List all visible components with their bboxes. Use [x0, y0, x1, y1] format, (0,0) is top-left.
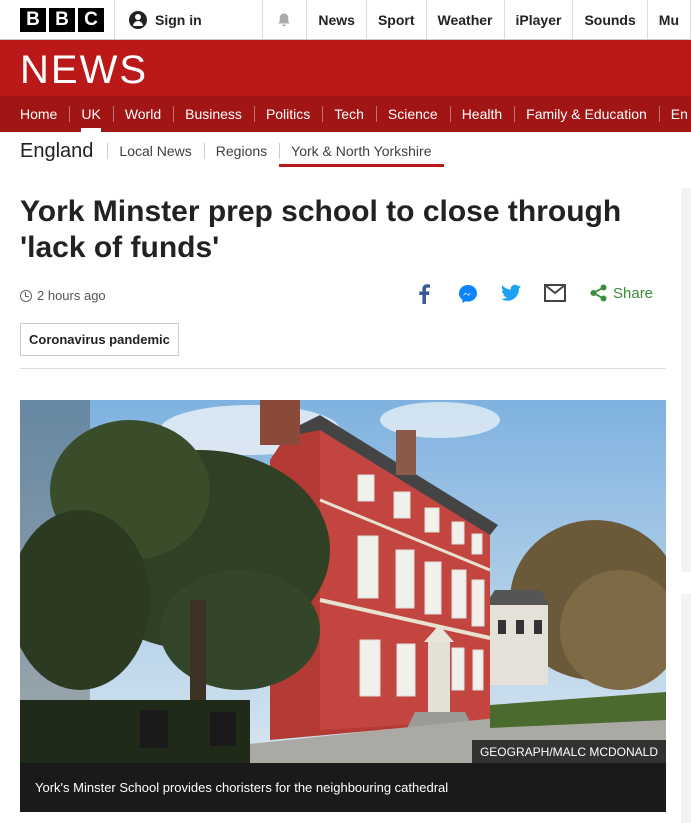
divider	[20, 368, 666, 369]
facebook-share-button[interactable]	[418, 284, 430, 304]
sub-nav-york-north-yorkshire[interactable]: York & North Yorkshire	[279, 132, 444, 170]
clock-icon	[20, 289, 32, 302]
top-link-weather[interactable]: Weather	[427, 0, 505, 39]
top-link-iplayer[interactable]: iPlayer	[505, 0, 574, 39]
image-credit: GEOGRAPH/MALC MCDONALD	[471, 740, 666, 763]
article-headline: York Minster prep school to close throug…	[20, 195, 622, 264]
topic-tag[interactable]: Coronavirus pandemic	[20, 323, 179, 356]
bell-icon	[278, 13, 291, 26]
nav-item-politics[interactable]: Politics	[253, 96, 322, 132]
nav-item-uk[interactable]: UK	[69, 96, 112, 132]
sub-nav: England Local News Regions York & North …	[0, 132, 691, 170]
school-building-photo	[20, 400, 666, 763]
sign-in-link[interactable]: Sign in	[115, 0, 263, 39]
nav-item-tech[interactable]: Tech	[322, 96, 376, 132]
nav-item-science[interactable]: Science	[375, 96, 450, 132]
share-button[interactable]: Share	[590, 284, 653, 302]
nav-item-world[interactable]: World	[112, 96, 173, 132]
nav-item-entertainment[interactable]: En	[658, 96, 691, 132]
sidebar-edge	[681, 188, 691, 572]
share-label: Share	[613, 284, 654, 302]
nav-item-family-education[interactable]: Family & Education	[514, 96, 659, 132]
email-share-button[interactable]	[544, 284, 566, 302]
sidebar-edge	[681, 594, 691, 823]
sign-in-label: Sign in	[155, 11, 202, 28]
news-banner: NEWS	[0, 40, 691, 96]
email-icon	[544, 284, 566, 302]
notifications-button[interactable]	[263, 0, 308, 39]
top-link-news[interactable]: News	[307, 0, 367, 39]
bbc-logo[interactable]: B B C	[0, 0, 115, 39]
user-icon	[129, 10, 147, 29]
top-link-more[interactable]: Mu	[648, 0, 691, 39]
facebook-icon	[419, 284, 430, 304]
nav-item-health[interactable]: Health	[449, 96, 514, 132]
share-icon	[590, 284, 607, 302]
article-timestamp: 2 hours ago	[20, 288, 106, 303]
section-nav: Home UK World Business Politics Tech Sci…	[0, 96, 691, 132]
twitter-icon	[501, 284, 521, 301]
image-caption: York's Minster School provides chorister…	[20, 763, 666, 812]
bbc-logo-letter: C	[78, 7, 104, 32]
messenger-share-button[interactable]	[458, 284, 478, 304]
article-image: GEOGRAPH/MALC MCDONALD	[20, 400, 666, 763]
region-title[interactable]: England	[20, 140, 107, 163]
nav-item-home[interactable]: Home	[0, 96, 69, 132]
bbc-logo-letter: B	[49, 7, 75, 32]
bbc-top-bar: B B C Sign in News Sport Weather iPlayer…	[0, 0, 691, 40]
messenger-icon	[459, 285, 477, 303]
sub-nav-local-news[interactable]: Local News	[107, 132, 203, 170]
sub-nav-regions[interactable]: Regions	[203, 132, 279, 170]
news-logo[interactable]: NEWS	[20, 48, 148, 93]
top-link-sport[interactable]: Sport	[367, 0, 427, 39]
share-tools: Share	[410, 284, 660, 308]
bbc-logo-letter: B	[20, 7, 46, 32]
nav-item-business[interactable]: Business	[173, 96, 254, 132]
top-link-sounds[interactable]: Sounds	[573, 0, 648, 39]
timestamp-label: 2 hours ago	[37, 288, 106, 303]
twitter-share-button[interactable]	[501, 284, 521, 302]
